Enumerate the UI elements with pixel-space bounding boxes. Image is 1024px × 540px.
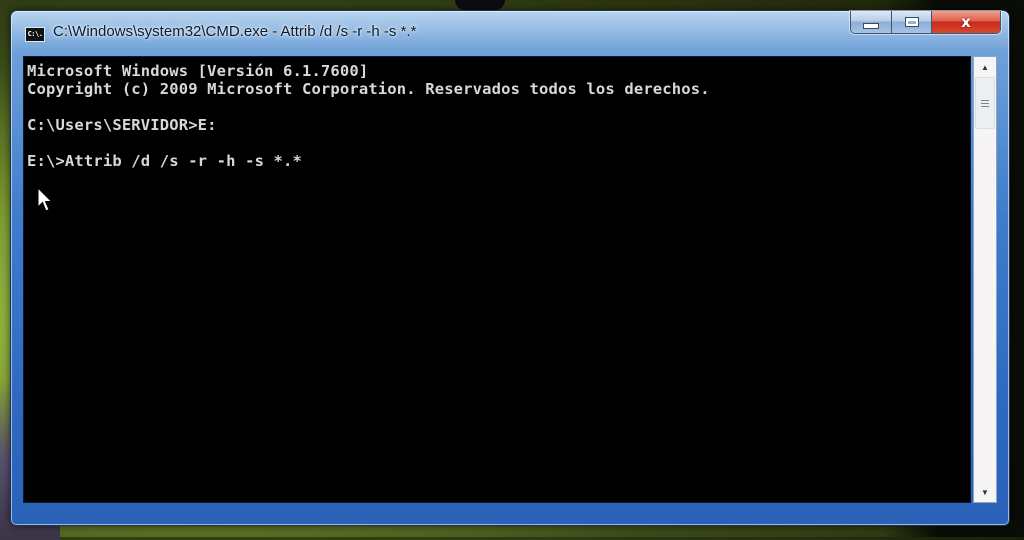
- scroll-down-arrow-icon: ▼: [981, 487, 989, 497]
- grip-line: [981, 102, 989, 104]
- minimize-icon: [863, 23, 879, 29]
- window-title: C:\Windows\system32\CMD.exe - Attrib /d …: [53, 23, 417, 40]
- grip-line: [981, 99, 989, 101]
- caption-buttons: x: [850, 11, 1001, 34]
- maximize-icon: [904, 17, 919, 27]
- minimize-button[interactable]: [851, 11, 892, 33]
- cmd-window: C:\. C:\Windows\system32\CMD.exe - Attri…: [10, 10, 1010, 526]
- scroll-thumb[interactable]: [975, 77, 995, 129]
- mouse-pointer-icon: [37, 187, 53, 212]
- scroll-up-arrow-icon: ▲: [981, 62, 989, 72]
- console-output[interactable]: Microsoft Windows [Versión 6.1.7600] Cop…: [23, 56, 971, 503]
- desktop-background-blob: [455, 0, 505, 10]
- scroll-down-button[interactable]: ▼: [974, 482, 996, 502]
- close-icon: x: [961, 13, 971, 31]
- cmd-icon[interactable]: C:\.: [25, 27, 45, 42]
- console-text: Microsoft Windows [Versión 6.1.7600] Cop…: [27, 62, 710, 170]
- grip-line: [981, 105, 989, 107]
- vertical-scrollbar[interactable]: ▲ ▼: [973, 56, 997, 503]
- close-button[interactable]: x: [932, 11, 1000, 33]
- title-bar[interactable]: C:\. C:\Windows\system32\CMD.exe - Attri…: [11, 11, 1009, 56]
- maximize-button[interactable]: [892, 11, 932, 33]
- scroll-up-button[interactable]: ▲: [974, 57, 996, 77]
